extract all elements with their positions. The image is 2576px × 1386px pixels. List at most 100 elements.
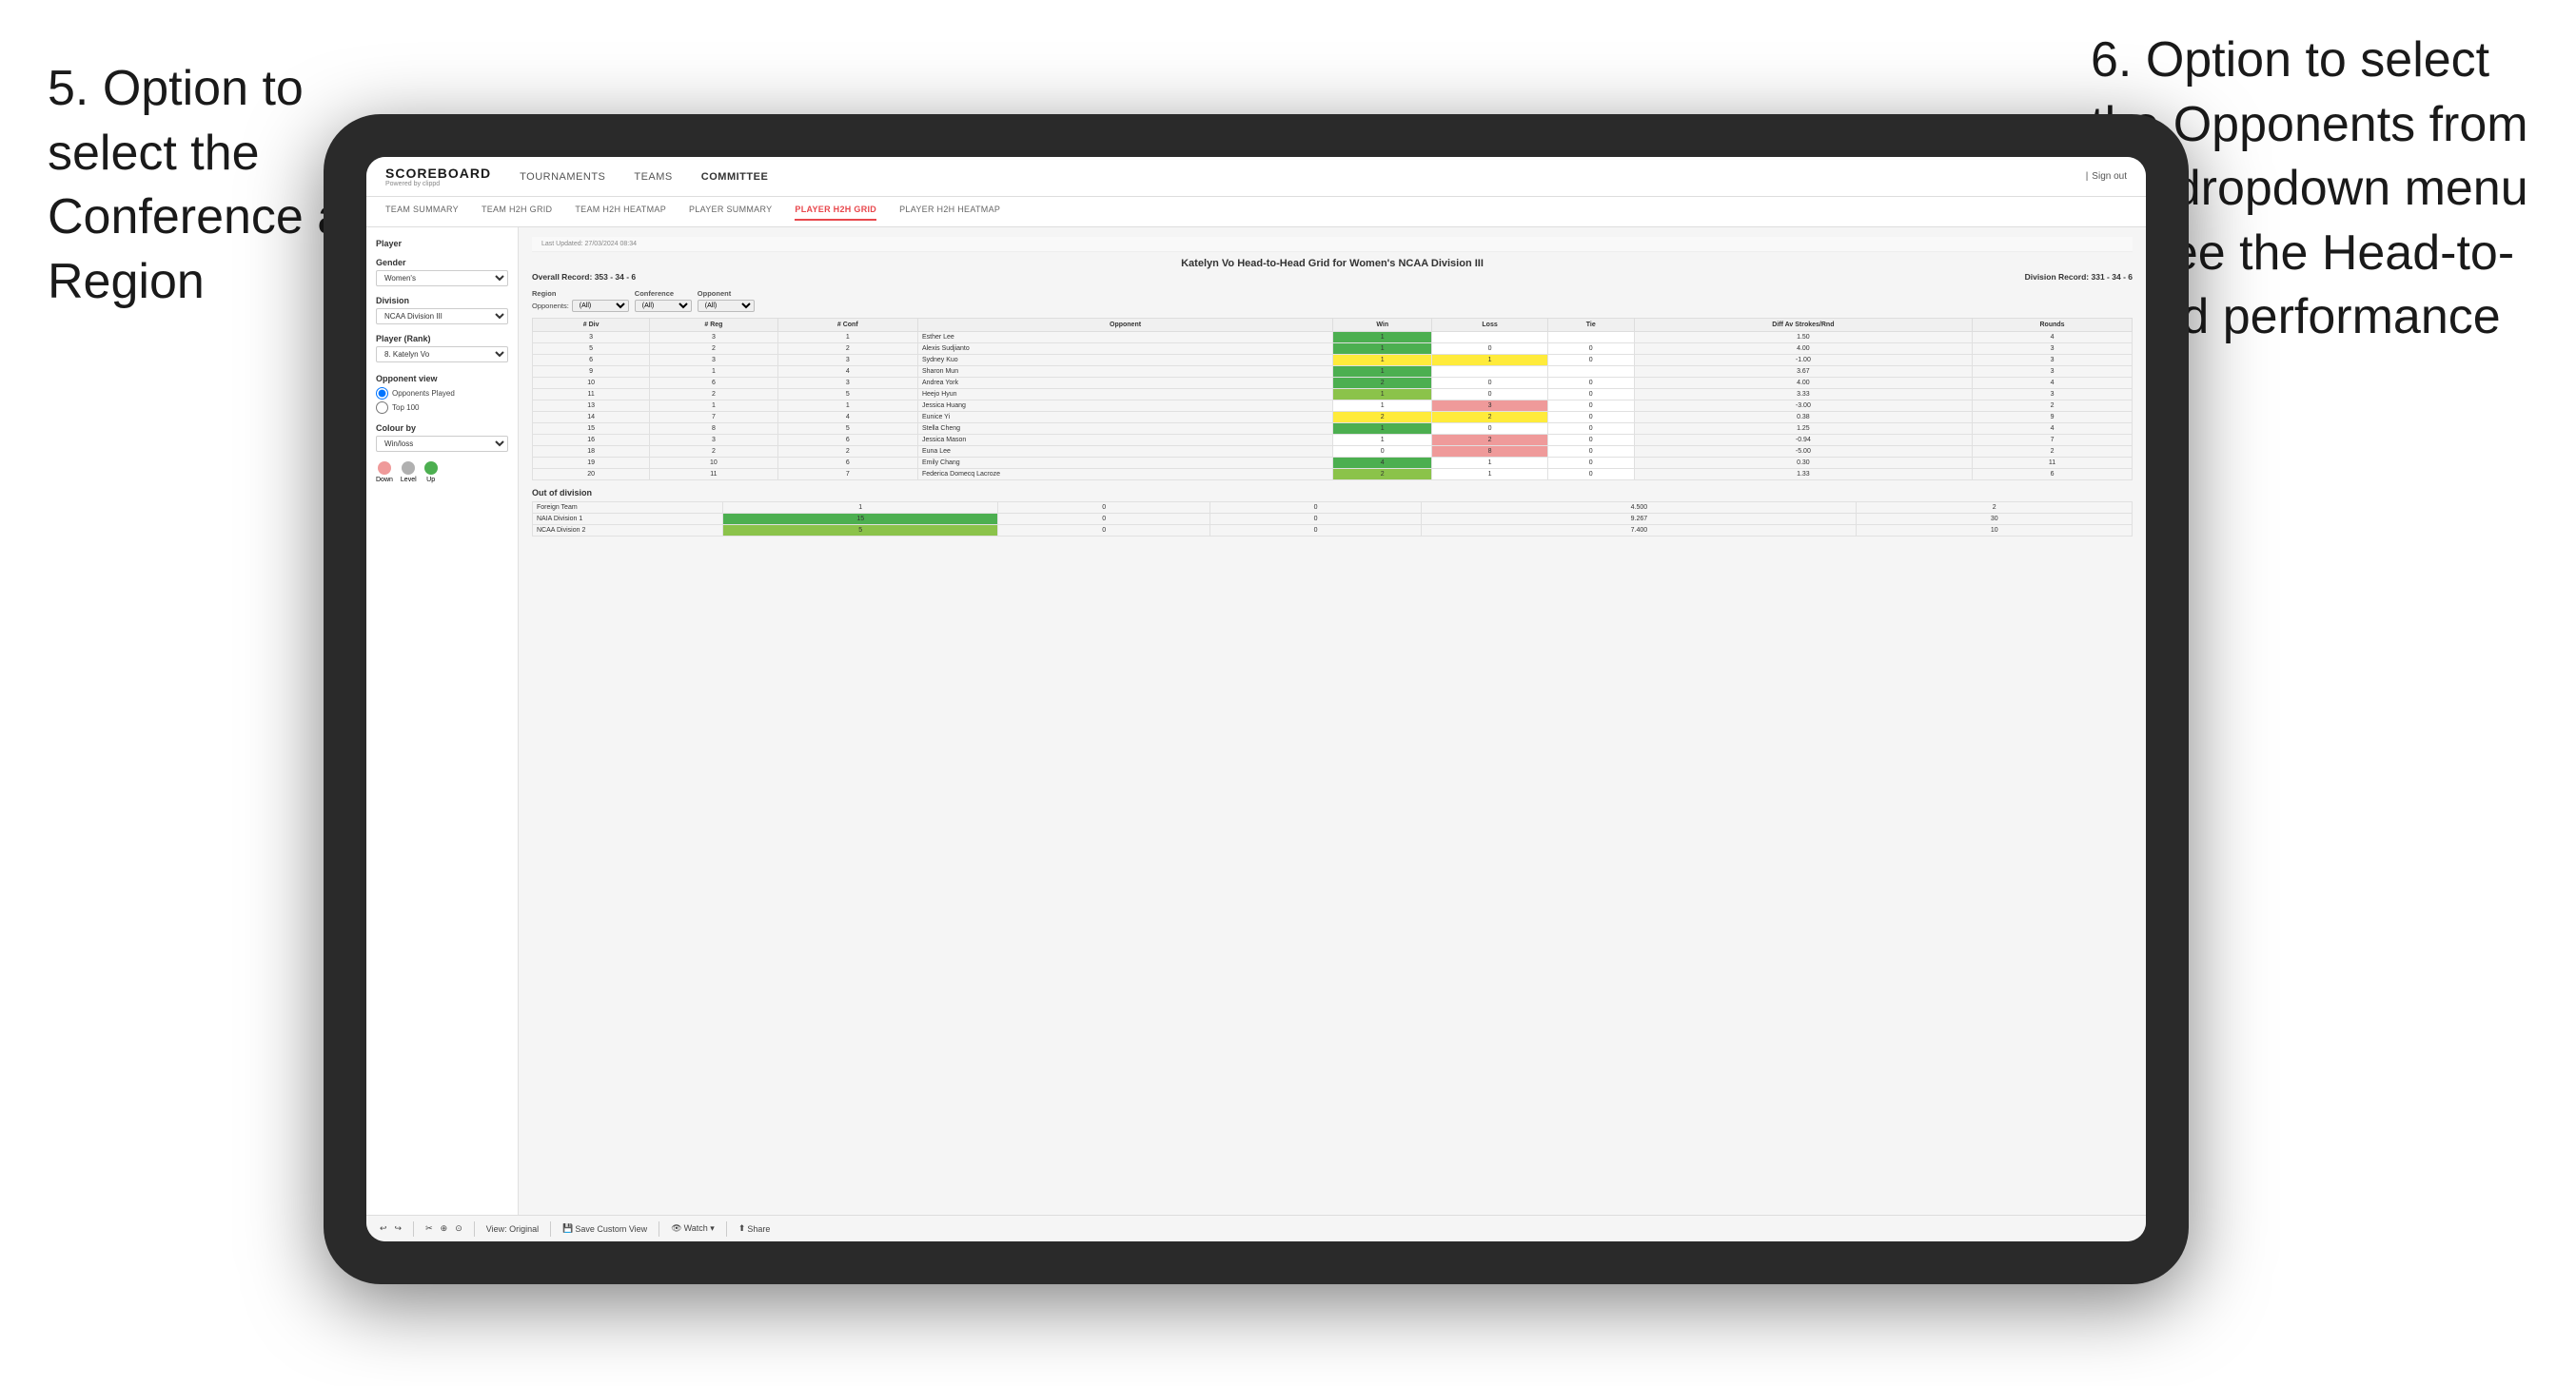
ood-loss: 0 <box>998 525 1209 537</box>
share-icon: ⬆ <box>738 1223 746 1234</box>
color-legend: Down Level Up <box>376 461 508 483</box>
td-opponent: Federica Domecq Lacroze <box>917 469 1332 480</box>
th-tie: Tie <box>1547 319 1634 332</box>
td-opponent: Alexis Sudjianto <box>917 343 1332 355</box>
filter-opponent: Opponent (All) <box>698 289 755 312</box>
sub-nav-player-h2h-heatmap[interactable]: PLAYER H2H HEATMAP <box>899 203 1000 221</box>
td-win: 2 <box>1333 412 1432 423</box>
td-div: 3 <box>533 332 650 343</box>
td-win: 1 <box>1333 366 1432 378</box>
filter-conference-row: (All) <box>635 300 692 312</box>
toolbar-copy[interactable]: ⊕ <box>441 1223 448 1234</box>
app-header: SCOREBOARD Powered by clippd TOURNAMENTS… <box>366 157 2146 197</box>
sub-nav-player-h2h-grid[interactable]: PLAYER H2H GRID <box>795 203 876 221</box>
td-rounds: 3 <box>1973 389 2133 400</box>
td-loss: 1 <box>1432 469 1547 480</box>
td-win: 1 <box>1333 332 1432 343</box>
sub-nav-team-h2h-grid[interactable]: TEAM H2H GRID <box>482 203 552 221</box>
ood-diff: 9.267 <box>1422 514 1857 525</box>
toolbar-redo[interactable]: ↪ <box>395 1223 403 1234</box>
th-conf: # Conf <box>777 319 917 332</box>
td-loss <box>1432 332 1547 343</box>
td-rounds: 6 <box>1973 469 2133 480</box>
ood-opponent: Foreign Team <box>533 502 723 514</box>
sign-out[interactable]: | Sign out <box>2086 171 2127 182</box>
td-div: 19 <box>533 458 650 469</box>
ood-win: 15 <box>723 514 998 525</box>
sidebar-gender-label: Gender <box>376 258 508 267</box>
ood-loss: 0 <box>998 502 1209 514</box>
td-win: 4 <box>1333 458 1432 469</box>
th-diff: Diff Av Strokes/Rnd <box>1634 319 1972 332</box>
sub-nav-team-summary[interactable]: TEAM SUMMARY <box>385 203 459 221</box>
sidebar-player-rank-select[interactable]: 8. Katelyn Vo <box>376 346 508 362</box>
ood-diff: 4.500 <box>1422 502 1857 514</box>
sidebar-player-rank-label: Player (Rank) <box>376 334 508 343</box>
logo-text: SCOREBOARD <box>385 166 491 181</box>
sidebar-division-select[interactable]: NCAA Division III <box>376 308 508 324</box>
filter-opponent-select[interactable]: (All) <box>698 300 755 312</box>
th-win: Win <box>1333 319 1432 332</box>
toolbar-sep1 <box>413 1221 414 1237</box>
td-opponent: Jessica Mason <box>917 435 1332 446</box>
toolbar-circle[interactable]: ⊙ <box>455 1223 462 1234</box>
save-icon: 💾 <box>562 1223 573 1234</box>
td-conf: 1 <box>777 400 917 412</box>
td-tie: 0 <box>1547 446 1634 458</box>
last-updated: Last Updated: 27/03/2024 08:34 <box>532 237 2133 252</box>
nav-item-committee[interactable]: COMMITTEE <box>701 167 769 186</box>
logo-area: SCOREBOARD Powered by clippd <box>385 166 491 187</box>
table-row: 5 2 2 Alexis Sudjianto 1 0 0 4.00 3 <box>533 343 2133 355</box>
legend-dot-level <box>402 461 415 475</box>
toolbar-share[interactable]: ⬆ Share <box>738 1223 771 1234</box>
toolbar-save-custom[interactable]: 💾 Save Custom View <box>562 1223 647 1234</box>
legend-label-level: Level <box>401 477 417 483</box>
td-opponent: Eunice Yi <box>917 412 1332 423</box>
td-opponent: Euna Lee <box>917 446 1332 458</box>
sub-nav-player-summary[interactable]: PLAYER SUMMARY <box>689 203 772 221</box>
nav-item-teams[interactable]: TEAMS <box>634 167 672 186</box>
td-tie: 0 <box>1547 355 1634 366</box>
sign-out-label[interactable]: Sign out <box>2092 171 2127 182</box>
td-reg: 1 <box>650 400 777 412</box>
td-div: 18 <box>533 446 650 458</box>
nav-item-tournaments[interactable]: TOURNAMENTS <box>520 167 605 186</box>
td-reg: 3 <box>650 332 777 343</box>
sidebar-radio-group: Opponents Played Top 100 <box>376 387 508 414</box>
sub-nav-team-h2h-heatmap[interactable]: TEAM H2H HEATMAP <box>575 203 666 221</box>
td-reg: 3 <box>650 435 777 446</box>
division-record: Division Record: 331 - 34 - 6 <box>2025 272 2133 282</box>
td-reg: 3 <box>650 355 777 366</box>
td-win: 1 <box>1333 423 1432 435</box>
eye-icon: 👁 <box>671 1223 681 1234</box>
ood-opponent: NCAA Division 2 <box>533 525 723 537</box>
td-rounds: 2 <box>1973 400 2133 412</box>
td-reg: 8 <box>650 423 777 435</box>
toolbar-watch[interactable]: 👁 Watch ▾ <box>671 1223 715 1234</box>
filter-region-label: Region <box>532 289 629 298</box>
td-diff: 1.50 <box>1634 332 1972 343</box>
table-row: 3 3 1 Esther Lee 1 1.50 4 <box>533 332 2133 343</box>
td-tie: 0 <box>1547 435 1634 446</box>
td-conf: 5 <box>777 423 917 435</box>
td-conf: 4 <box>777 366 917 378</box>
toolbar-scissors[interactable]: ✂ <box>425 1223 433 1234</box>
td-loss: 0 <box>1432 423 1547 435</box>
radio-top100[interactable] <box>376 401 388 414</box>
td-div: 6 <box>533 355 650 366</box>
tablet: SCOREBOARD Powered by clippd TOURNAMENTS… <box>324 114 2189 1284</box>
td-diff: 1.25 <box>1634 423 1972 435</box>
td-conf: 2 <box>777 446 917 458</box>
radio-opponents-played[interactable] <box>376 387 388 400</box>
sidebar-radio-opponents-played[interactable]: Opponents Played <box>376 387 508 400</box>
td-tie: 0 <box>1547 412 1634 423</box>
toolbar-undo[interactable]: ↩ <box>380 1223 387 1234</box>
sidebar-colour-by-select[interactable]: Win/loss <box>376 436 508 452</box>
table-row: 13 1 1 Jessica Huang 1 3 0 -3.00 2 <box>533 400 2133 412</box>
filter-conference-select[interactable]: (All) <box>635 300 692 312</box>
main-content: Player Gender Women's Division NCAA Divi… <box>366 227 2146 1215</box>
filter-region-select[interactable]: (All) <box>572 300 629 312</box>
sidebar-gender-select[interactable]: Women's <box>376 270 508 286</box>
toolbar-view-original[interactable]: View: Original <box>486 1224 539 1234</box>
sidebar-radio-top100[interactable]: Top 100 <box>376 401 508 414</box>
